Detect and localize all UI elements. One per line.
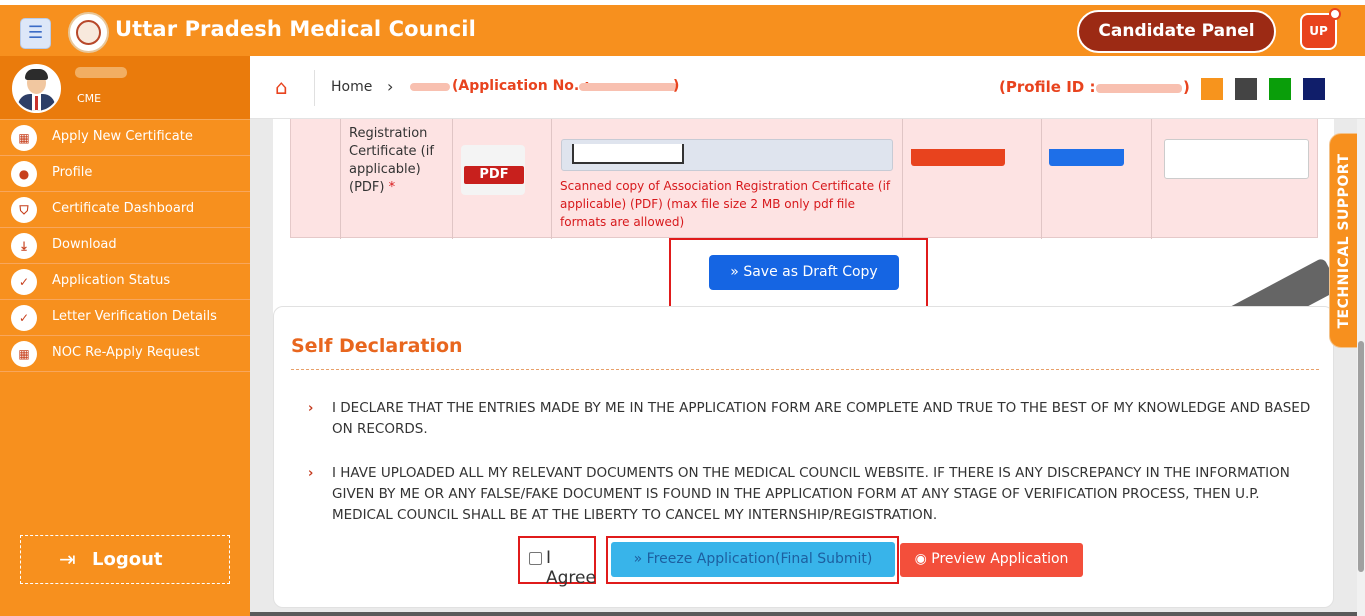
download-icon: ⤓ xyxy=(11,233,37,259)
check-circle-icon: ✓ xyxy=(11,305,37,331)
save-draft-button[interactable]: » Save as Draft Copy xyxy=(709,255,899,290)
theme-swatch-gray[interactable] xyxy=(1235,78,1257,100)
chevron-right-icon: › xyxy=(308,401,314,416)
document-upload-card: Registration Certificate (if applicable)… xyxy=(273,96,1334,340)
up-badge[interactable]: UP xyxy=(1300,8,1341,50)
sidebar-item-profile[interactable]: ● Profile xyxy=(0,156,250,192)
sidebar-item-label: Profile xyxy=(52,165,93,180)
sidebar-item-label: Certificate Dashboard xyxy=(52,201,195,216)
declaration-text: I HAVE UPLOADED ALL MY RELEVANT DOCUMENT… xyxy=(332,465,1290,523)
logout-button[interactable]: ⇥ Logout xyxy=(20,535,230,584)
scrollbar-thumb[interactable] xyxy=(1358,341,1364,572)
hamburger-icon[interactable]: ☰ xyxy=(20,18,51,49)
theme-swatch-navy[interactable] xyxy=(1303,78,1325,100)
sidebar-item-label: Apply New Certificate xyxy=(52,129,193,144)
avatar xyxy=(12,64,61,113)
profile-id-label: (Profile ID : xyxy=(999,78,1096,96)
top-header: ☰ Uttar Pradesh Medical Council Candidat… xyxy=(0,0,1365,56)
freeze-application-button[interactable]: » Freeze Application(Final Submit) xyxy=(611,542,895,577)
sidebar-item-label: Application Status xyxy=(52,273,171,288)
logout-icon: ⇥ xyxy=(59,547,76,571)
application-number-label: (Application No. : xyxy=(452,78,590,94)
application-number-suffix: ) xyxy=(673,78,680,94)
section-title: Self Declaration xyxy=(291,335,463,357)
redacted-application-number xyxy=(579,83,677,91)
breadcrumb-home[interactable]: Home xyxy=(331,79,372,95)
shield-icon: ⛉ xyxy=(11,197,37,223)
main-content: ⌂ Home › (Application No. : ) (Profile I… xyxy=(250,56,1365,616)
upload-action-button[interactable] xyxy=(911,149,1005,166)
file-input[interactable] xyxy=(561,139,893,171)
agree-highlight: I Agree xyxy=(518,536,596,588)
agree-checkbox[interactable] xyxy=(529,552,542,565)
breadcrumb: ⌂ Home › (Application No. : ) (Profile I… xyxy=(250,56,1365,119)
sidebar-profile: CME xyxy=(0,56,250,120)
technical-support-label: TECHNICAL SUPPORT xyxy=(1336,152,1352,329)
sidebar-item-application-status[interactable]: ✓ Application Status xyxy=(0,264,250,300)
pdf-badge: PDF xyxy=(464,166,524,184)
grid-icon: ▦ xyxy=(11,125,37,151)
sidebar-item-letter-verification-details[interactable]: ✓ Letter Verification Details xyxy=(0,300,250,336)
theme-swatch-orange[interactable] xyxy=(1201,78,1223,100)
page-scrollbar[interactable] xyxy=(1357,56,1365,616)
preview-application-label: Preview Application xyxy=(931,551,1069,567)
sidebar-item-download[interactable]: ⤓ Download xyxy=(0,228,250,264)
required-mark: * xyxy=(388,180,396,195)
logout-label: Logout xyxy=(92,549,163,570)
sidebar-item-label: Letter Verification Details xyxy=(52,309,217,324)
council-logo xyxy=(68,12,109,53)
grid-icon: ▦ xyxy=(11,341,37,367)
sidebar-item-label: NOC Re-Apply Request xyxy=(52,345,200,360)
chevron-right-icon: › xyxy=(387,77,394,96)
remark-textarea[interactable] xyxy=(1164,139,1309,179)
breadcrumb-divider xyxy=(314,70,315,106)
preview-application-button[interactable]: ◉ Preview Application xyxy=(900,543,1083,577)
view-action-button[interactable] xyxy=(1049,149,1124,166)
user-icon: ● xyxy=(11,161,37,187)
sidebar-item-noc-re-apply-request[interactable]: ▦ NOC Re-Apply Request xyxy=(0,336,250,372)
check-circle-icon: ✓ xyxy=(11,269,37,295)
upload-help-text: Scanned copy of Association Registration… xyxy=(560,179,891,229)
declaration-text: I DECLARE THAT THE ENTRIES MADE BY ME IN… xyxy=(332,400,1311,437)
theme-swatch-green[interactable] xyxy=(1269,78,1291,100)
redacted-user-name xyxy=(75,67,127,78)
chevron-right-icon: › xyxy=(308,466,314,481)
freeze-highlight: » Freeze Application(Final Submit) xyxy=(606,536,899,584)
self-declaration-card: Self Declaration › I DECLARE THAT THE EN… xyxy=(273,306,1334,608)
user-role: CME xyxy=(77,92,102,105)
agree-label[interactable]: I Agree xyxy=(546,548,596,588)
sidebar-nav: ▦ Apply New Certificate ● Profile ⛉ Certifi… xyxy=(0,120,250,372)
home-icon[interactable]: ⌂ xyxy=(275,76,297,98)
redacted-text xyxy=(410,83,450,91)
redacted-profile-id xyxy=(1096,84,1182,93)
sidebar-item-certificate-dashboard[interactable]: ⛉ Certificate Dashboard xyxy=(0,192,250,228)
site-title: Uttar Pradesh Medical Council xyxy=(115,17,476,41)
notification-dot-icon xyxy=(1329,8,1341,20)
up-badge-label: UP xyxy=(1309,24,1328,38)
bottom-edge xyxy=(250,612,1357,616)
sidebar-item-apply-new-certificate[interactable]: ▦ Apply New Certificate xyxy=(0,120,250,156)
section-divider xyxy=(291,369,1319,370)
sidebar: CME ▦ Apply New Certificate ● Profile ⛉ Cer… xyxy=(0,56,250,616)
technical-support-tab[interactable]: TECHNICAL SUPPORT xyxy=(1329,133,1359,348)
document-label: Registration Certificate (if applicable)… xyxy=(349,125,445,197)
sidebar-item-label: Download xyxy=(52,237,117,252)
pdf-icon[interactable]: PDF xyxy=(461,145,525,195)
candidate-panel-button[interactable]: Candidate Panel xyxy=(1077,10,1276,53)
profile-id-suffix: ) xyxy=(1183,78,1190,96)
